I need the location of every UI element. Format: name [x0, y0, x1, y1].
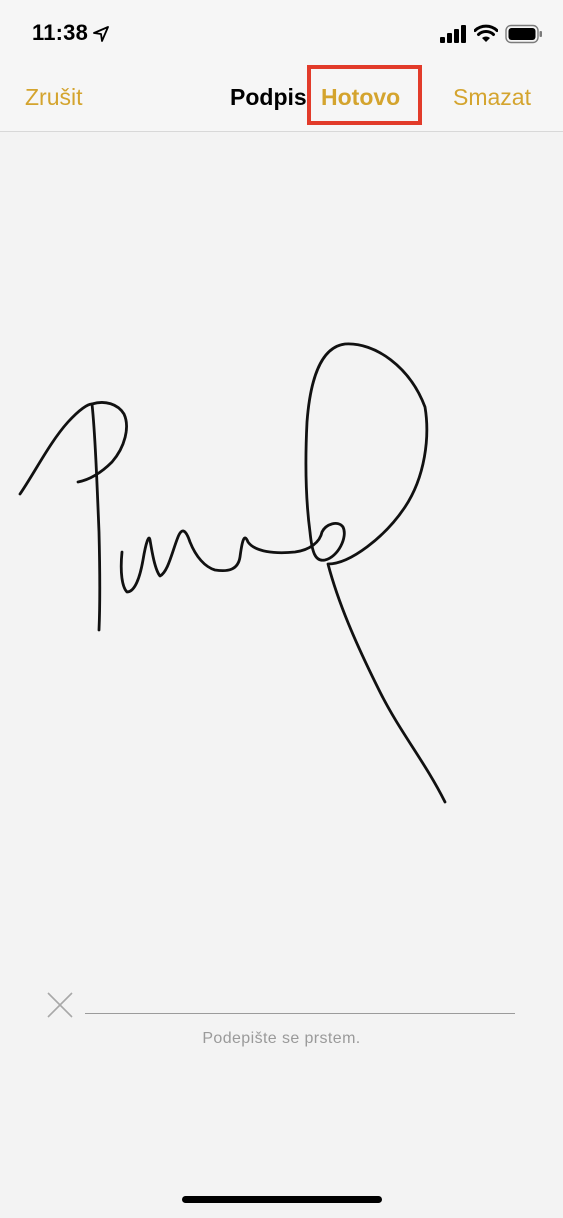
x-icon [47, 992, 73, 1018]
signature-line [85, 1013, 515, 1014]
status-time: 11:38 [32, 20, 89, 45]
signature-stroke [18, 342, 447, 804]
clear-button[interactable]: Smazat [453, 84, 531, 111]
signature-hint: Podepište se prstem. [202, 1030, 361, 1047]
home-indicator[interactable] [182, 1196, 382, 1203]
cellular-signal-icon [440, 25, 466, 43]
done-button[interactable]: Hotovo [321, 84, 400, 111]
cancel-button[interactable]: Zrušit [25, 84, 83, 111]
location-arrow-icon [93, 26, 109, 42]
battery-icon [505, 24, 542, 44]
navigation-bar: Zrušit Podpis Hotovo Smazat [0, 70, 563, 132]
wifi-icon [474, 24, 498, 42]
page-title: Podpis [230, 84, 307, 110]
signature-canvas[interactable]: Podepište se prstem. [0, 132, 563, 1218]
status-bar: 11:38 [0, 0, 563, 70]
